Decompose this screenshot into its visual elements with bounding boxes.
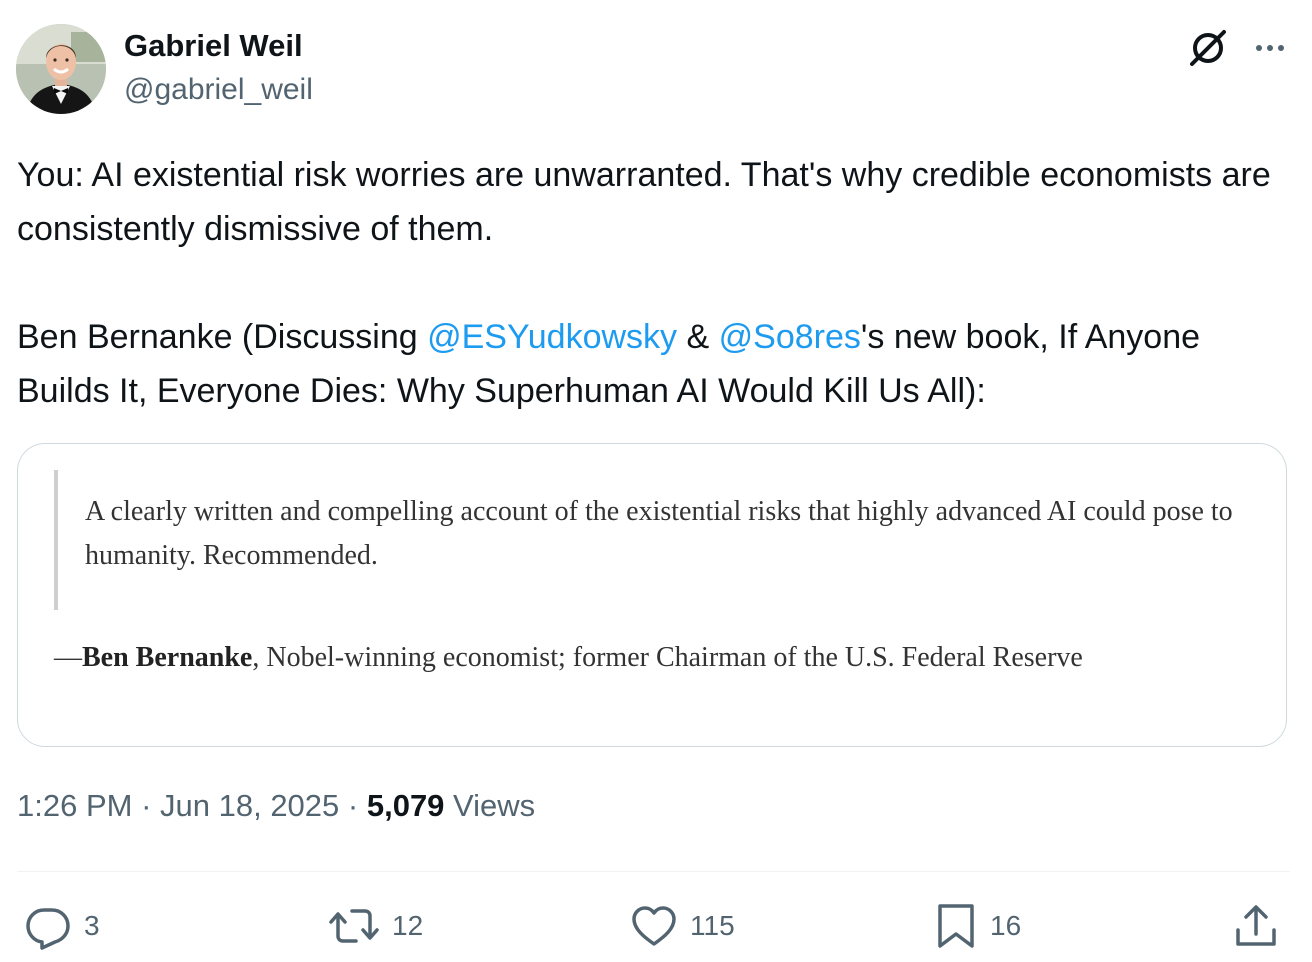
meta-separator-2: · — [339, 788, 367, 823]
meta-separator: · — [132, 788, 161, 823]
avatar-photo — [16, 24, 106, 114]
bookmark-icon — [938, 904, 974, 948]
reply-button[interactable]: 3 — [24, 900, 100, 952]
tweet: Gabriel Weil @gabriel_weil You: AI exist… — [0, 0, 1312, 962]
retweet-button[interactable]: 12 — [328, 900, 423, 952]
avatar[interactable] — [16, 24, 106, 114]
like-count: 115 — [690, 910, 735, 941]
mention-link-so8res[interactable]: @So8res — [719, 318, 861, 356]
retweet-icon — [329, 909, 379, 943]
blockquote-attribution: —Ben Bernanke, Nobel-winning economist; … — [54, 636, 1204, 680]
attribution-dash: — — [54, 642, 82, 673]
reply-count: 3 — [84, 910, 100, 941]
bookmark-button[interactable]: 16 — [934, 900, 1021, 952]
share-button[interactable] — [1234, 900, 1278, 952]
tweet-text-line2: Ben Bernanke (Discussing @ESYudkowsky & … — [17, 310, 1287, 418]
blockquote-bar — [54, 470, 58, 610]
bookmark-count: 16 — [990, 910, 1022, 941]
reply-icon — [26, 908, 70, 950]
tweet-time[interactable]: 1:26 PM — [17, 788, 132, 823]
views-label: Views — [444, 788, 536, 823]
tweet-date[interactable]: Jun 18, 2025 — [160, 788, 339, 823]
share-icon — [1236, 905, 1276, 946]
more-icon[interactable] — [1250, 28, 1290, 68]
tweet-text-prefix: Ben Bernanke (Discussing — [17, 318, 428, 356]
author-handle[interactable]: @gabriel_weil — [124, 73, 313, 107]
tweet-text-mid: & — [677, 318, 719, 356]
attached-image[interactable]: A clearly written and compelling account… — [17, 443, 1287, 747]
like-button[interactable]: 115 — [630, 900, 735, 952]
author-name[interactable]: Gabriel Weil — [124, 28, 303, 64]
mention-link-esyudkowsky[interactable]: @ESYudkowsky — [427, 318, 677, 356]
attribution-name: Ben Bernanke — [82, 642, 253, 673]
tweet-meta: 1:26 PM · Jun 18, 2025 · 5,079 Views — [17, 788, 535, 824]
divider — [17, 871, 1290, 872]
views-count: 5,079 — [366, 788, 445, 823]
tweet-text-line1: You: AI existential risk worries are unw… — [17, 156, 1271, 248]
blockquote-text: A clearly written and compelling account… — [85, 496, 1233, 571]
heart-icon — [632, 906, 676, 946]
attribution-rest: , Nobel-winning economist; former Chairm… — [252, 642, 1083, 673]
grok-icon[interactable] — [1186, 26, 1230, 70]
tweet-text: You: AI existential risk worries are unw… — [17, 148, 1287, 418]
retweet-count: 12 — [392, 910, 424, 941]
